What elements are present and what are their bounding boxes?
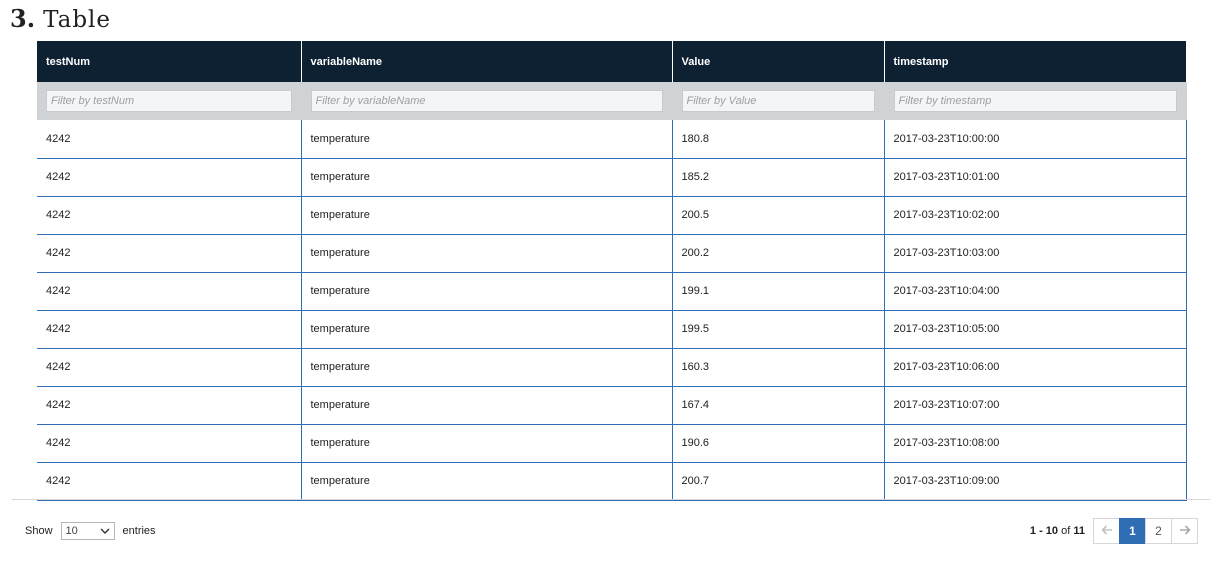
cell-variablename: temperature <box>301 310 673 349</box>
cell-testnum: 4242 <box>37 196 302 235</box>
cell-value: 160.3 <box>672 348 885 387</box>
cell-timestamp: 2017-03-23T10:08:00 <box>884 424 1187 463</box>
cell-value: 185.2 <box>672 158 885 197</box>
filter-cell <box>37 82 302 120</box>
cell-variablename: temperature <box>301 348 673 387</box>
section-number: 3. <box>10 4 36 33</box>
cell-value: 200.2 <box>672 234 885 273</box>
cell-timestamp: 2017-03-23T10:09:00 <box>884 462 1187 501</box>
cell-testnum: 4242 <box>37 158 302 197</box>
next-page-button[interactable] <box>1171 518 1198 544</box>
column-header-testnum[interactable]: testNum <box>37 41 302 82</box>
cell-value: 180.8 <box>672 120 885 159</box>
entries-select-value: 10 <box>65 525 78 537</box>
cell-timestamp: 2017-03-23T10:07:00 <box>884 386 1187 425</box>
cell-value: 200.7 <box>672 462 885 501</box>
table-row: 4242 temperature 200.2 2017-03-23T10:03:00 <box>37 234 1187 273</box>
cell-testnum: 4242 <box>37 310 302 349</box>
table-row: 4242 temperature 160.3 2017-03-23T10:06:00 <box>37 348 1187 387</box>
entries-select[interactable]: 10 <box>60 522 115 540</box>
arrow-right-icon <box>1179 524 1191 538</box>
section-heading: 3. Table <box>10 4 111 40</box>
page-button-2[interactable]: 2 <box>1145 518 1172 544</box>
cell-testnum: 4242 <box>37 386 302 425</box>
column-header-value[interactable]: Value <box>672 41 885 82</box>
table-filter-row <box>37 82 1187 120</box>
data-table: testNum variableName Value timestamp 424… <box>37 41 1187 501</box>
cell-testnum: 4242 <box>37 424 302 463</box>
table-row: 4242 temperature 200.5 2017-03-23T10:02:00 <box>37 196 1187 235</box>
filter-testnum-input[interactable] <box>46 90 292 112</box>
table-row: 4242 temperature 167.4 2017-03-23T10:07:00 <box>37 386 1187 425</box>
footer-divider <box>12 499 1210 500</box>
total-count: 11 <box>1073 525 1085 537</box>
cell-testnum: 4242 <box>37 462 302 501</box>
cell-variablename: temperature <box>301 196 673 235</box>
cell-testnum: 4242 <box>37 120 302 159</box>
cell-timestamp: 2017-03-23T10:04:00 <box>884 272 1187 311</box>
table-row: 4242 temperature 199.1 2017-03-23T10:04:00 <box>37 272 1187 311</box>
entries-label: entries <box>122 525 156 537</box>
table-row: 4242 temperature 190.6 2017-03-23T10:08:00 <box>37 424 1187 463</box>
page-button-1[interactable]: 1 <box>1119 518 1146 544</box>
filter-variablename-input[interactable] <box>310 90 663 112</box>
cell-timestamp: 2017-03-23T10:03:00 <box>884 234 1187 273</box>
table-row: 4242 temperature 200.7 2017-03-23T10:09:00 <box>37 462 1187 501</box>
prev-page-button[interactable] <box>1093 518 1120 544</box>
cell-variablename: temperature <box>301 234 673 273</box>
section-title: Table <box>43 7 112 33</box>
cell-value: 199.1 <box>672 272 885 311</box>
cell-variablename: temperature <box>301 120 673 159</box>
pagination: 1 2 <box>1093 518 1198 544</box>
cell-variablename: temperature <box>301 272 673 311</box>
filter-value-input[interactable] <box>681 90 875 112</box>
cell-variablename: temperature <box>301 158 673 197</box>
cell-timestamp: 2017-03-23T10:01:00 <box>884 158 1187 197</box>
table-row: 4242 temperature 185.2 2017-03-23T10:01:00 <box>37 158 1187 197</box>
cell-testnum: 4242 <box>37 234 302 273</box>
cell-timestamp: 2017-03-23T10:00:00 <box>884 120 1187 159</box>
page-size-control: Show 10 entries <box>25 522 156 540</box>
cell-value: 167.4 <box>672 386 885 425</box>
table-row: 4242 temperature 180.8 2017-03-23T10:00:00 <box>37 120 1187 159</box>
filter-cell <box>301 82 673 120</box>
table-header-row: testNum variableName Value timestamp <box>37 41 1186 82</box>
pagination-area: 1 - 10 of 11 1 2 <box>1030 518 1198 544</box>
cell-timestamp: 2017-03-23T10:06:00 <box>884 348 1187 387</box>
data-table-container: testNum variableName Value timestamp 424… <box>37 41 1187 501</box>
filter-cell <box>884 82 1187 120</box>
range-indicator: 1 - 10 of 11 <box>1030 525 1085 537</box>
show-label: Show <box>25 525 53 537</box>
cell-timestamp: 2017-03-23T10:05:00 <box>884 310 1187 349</box>
cell-testnum: 4242 <box>37 348 302 387</box>
cell-variablename: temperature <box>301 424 673 463</box>
cell-testnum: 4242 <box>37 272 302 311</box>
cell-variablename: temperature <box>301 386 673 425</box>
cell-variablename: temperature <box>301 462 673 501</box>
table-row: 4242 temperature 199.5 2017-03-23T10:05:00 <box>37 310 1187 349</box>
range-value: 1 - 10 <box>1029 525 1059 537</box>
cell-timestamp: 2017-03-23T10:02:00 <box>884 196 1187 235</box>
cell-value: 199.5 <box>672 310 885 349</box>
column-header-variablename[interactable]: variableName <box>301 41 673 82</box>
cell-value: 200.5 <box>672 196 885 235</box>
chevron-down-icon <box>100 526 110 536</box>
arrow-left-icon <box>1100 524 1113 538</box>
filter-timestamp-input[interactable] <box>893 90 1177 112</box>
filter-cell <box>672 82 885 120</box>
cell-value: 190.6 <box>672 424 885 463</box>
column-header-timestamp[interactable]: timestamp <box>884 41 1186 82</box>
of-label: of <box>1061 525 1071 537</box>
